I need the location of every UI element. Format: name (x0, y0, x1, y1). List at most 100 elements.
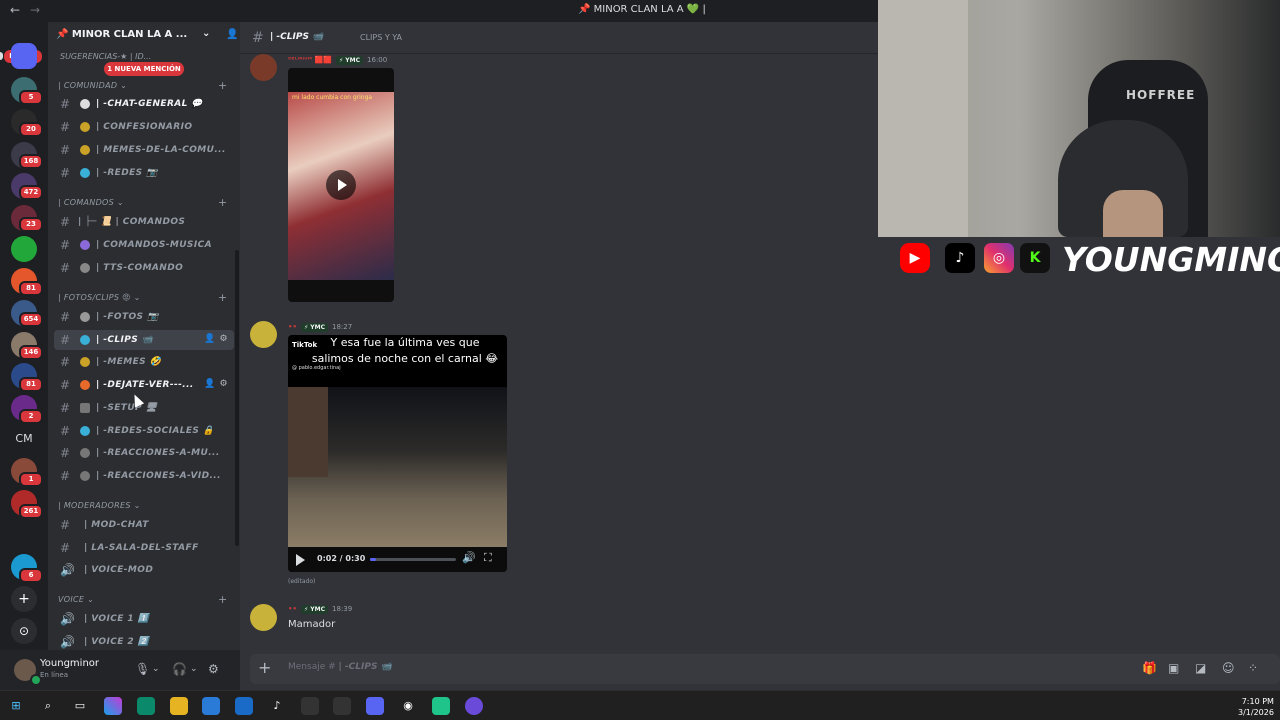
message-placeholder: Mensaje # | -CLIPS 📹 (288, 662, 392, 672)
edge-icon[interactable] (137, 697, 155, 715)
apps-icon[interactable]: ⁘ (1248, 661, 1258, 675)
headphones-icon[interactable]: 🎧 (172, 662, 187, 676)
channel-memes[interactable]: # | -MEMES 🤣 (54, 352, 234, 372)
channel-settings-icon[interactable]: 👤 ⚙ (204, 334, 228, 344)
add-server-icon[interactable]: + (11, 586, 37, 612)
user-panel: Youngminor En línea 🎙 ⌄ 🎧 ⌄ ⚙ (0, 650, 240, 690)
copilot-icon[interactable] (104, 697, 122, 715)
chevron-down-icon: ⌄ (202, 28, 211, 39)
category-voice[interactable]: VOICE ⌄ + (58, 593, 227, 606)
unread-badge: 81 (19, 377, 43, 392)
video-time: 0:02 / 0:30 (317, 554, 366, 563)
channel-setup[interactable]: # | -SETUP 🖥 (54, 398, 234, 418)
server-header[interactable]: 📌 MINOR CLAN LA A ... ⌄ 👤 (56, 28, 238, 47)
channel-comandos-musica[interactable]: # | COMANDOS-MUSICA (54, 235, 234, 255)
sticker-icon[interactable]: ◪ (1195, 661, 1206, 675)
message-header: •• ⚡ YMC 18:27 (288, 323, 352, 332)
channel-redes[interactable]: # | -REDES 📷 (54, 163, 234, 183)
video-player[interactable]: Y esa fue la última ves que salimos de n… (288, 335, 507, 572)
channel-mod-chat[interactable]: # | MOD-CHAT (54, 515, 234, 535)
channel-voice-mod[interactable]: 🔊 | VOICE-MOD (54, 560, 234, 580)
server-icon-discord[interactable] (11, 43, 37, 69)
app-icon[interactable] (465, 697, 483, 715)
channel-settings-icon[interactable]: 👤 ⚙ (204, 379, 228, 389)
video-caption: mi lado cumbia con gringa (292, 94, 373, 101)
system-clock[interactable]: 7:10 PM 3/1/2026 (1238, 696, 1274, 718)
capcut-icon[interactable] (301, 697, 319, 715)
category-fotos-clips[interactable]: | FOTOS/CLIPS 😡 ⌄ + (58, 291, 227, 304)
store-icon[interactable] (202, 697, 220, 715)
chevron-down-icon[interactable]: ⌄ (190, 664, 198, 674)
avatar[interactable] (250, 604, 277, 631)
author-name[interactable]: •• (288, 605, 297, 613)
gift-icon[interactable]: 🎁 (1142, 661, 1157, 675)
channel-reacciones-vid[interactable]: # | -REACCIONES-A-VID... (54, 466, 234, 486)
channel-memes-comu[interactable]: # | MEMES-DE-LA-COMU... (54, 140, 234, 160)
unread-badge: 168 (19, 154, 43, 169)
gear-icon[interactable]: ⚙ (208, 662, 219, 676)
channel-reacciones-mu[interactable]: # | -REACCIONES-A-MU... (54, 443, 234, 463)
file-explorer-icon[interactable] (170, 697, 188, 715)
gif-icon[interactable]: ▣ (1168, 661, 1179, 675)
channel-confesionario[interactable]: # | CONFESIONARIO (54, 117, 234, 137)
invite-icon[interactable]: 👤 (226, 29, 238, 40)
channel-clips[interactable]: # | -CLIPS 📹 👤 ⚙ (54, 330, 234, 350)
username[interactable]: Youngminor (40, 658, 99, 669)
author-name[interactable]: ᴰᴱᴸᴵᴿᴵᵁᴹ 🟥🟥 (288, 56, 332, 64)
channel-redes-sociales[interactable]: # | -REDES-SOCIALES 🔒 (54, 421, 234, 441)
channel-chat-general[interactable]: # | -CHAT-GENERAL 💬 (54, 94, 234, 114)
video-attachment[interactable]: mi lado cumbia con gringa (288, 68, 394, 302)
discover-icon[interactable]: ⊙ (11, 618, 37, 644)
server-rail: NUEVO 5 20 168 472 23 81 654 146 81 2 CM… (0, 22, 48, 690)
play-icon[interactable] (326, 170, 356, 200)
category-comandos[interactable]: | COMANDOS ⌄ + (58, 196, 227, 209)
back-arrow-icon[interactable]: ← (10, 3, 20, 17)
sidebar-scrollbar[interactable] (235, 250, 239, 546)
channel-dejate-ver[interactable]: # | -DEJATE-VER---... 👤 ⚙ (54, 375, 234, 395)
channel-voice-1[interactable]: 🔊 | VOICE 1 1️⃣ (54, 609, 234, 629)
new-mention-badge[interactable]: 1 NUEVA MENCIÓN (104, 62, 184, 76)
channel-comandos[interactable]: # | ├─ 📜 | COMANDOS (54, 212, 234, 232)
author-name[interactable]: •• (288, 323, 297, 331)
unread-badge: 261 (19, 504, 43, 519)
forward-arrow-icon[interactable]: → (30, 3, 40, 17)
channel-topic[interactable]: CLIPS Y YA (360, 33, 402, 42)
mail-icon[interactable] (235, 697, 253, 715)
hash-icon: # (252, 30, 264, 46)
fullscreen-icon[interactable]: ⛶ (484, 551, 492, 565)
avatar[interactable] (250, 321, 277, 348)
emoji-icon[interactable]: ☺ (1222, 661, 1235, 675)
volume-icon[interactable]: 🔊 (462, 551, 476, 564)
windows-start-icon[interactable]: ⊞ (7, 697, 25, 715)
search-icon[interactable]: ⌕ (39, 697, 57, 715)
instagram-icon: ◎ (984, 243, 1014, 273)
tiktok-label: TikTok (292, 341, 318, 349)
microphone-icon[interactable]: 🎙 (135, 662, 150, 676)
server-icon-kings[interactable] (11, 522, 37, 548)
chevron-down-icon[interactable]: ⌄ (152, 664, 160, 674)
capcut-icon[interactable] (333, 697, 351, 715)
channel-partial[interactable]: SUGERENCIAS-★ | ID... (60, 52, 151, 61)
message-input[interactable] (250, 654, 1280, 684)
social-overlay: ▶ ♪ ◎ K YOUNGMINOR (900, 240, 1280, 280)
server-icon[interactable] (11, 236, 37, 262)
discord-icon[interactable] (366, 697, 384, 715)
channel-fotos[interactable]: # | -FOTOS 📷 (54, 307, 234, 327)
tiktok-icon[interactable]: ♪ (268, 697, 286, 715)
unread-badge: 654 (19, 312, 43, 327)
avatar[interactable] (250, 54, 277, 81)
channel-la-sala-del-staff[interactable]: # | LA-SALA-DEL-STAFF (54, 538, 234, 558)
channel-voice-2[interactable]: 🔊 | VOICE 2 2️⃣ (54, 632, 234, 650)
add-attachment-icon[interactable]: + (258, 658, 271, 677)
server-icon-cm[interactable]: CM (11, 426, 37, 452)
obs-icon[interactable]: ◉ (399, 697, 417, 715)
video-seekbar[interactable] (370, 558, 456, 561)
category-comunidad[interactable]: | COMUNIDAD ⌄ + (58, 79, 227, 92)
channel-tts-comando[interactable]: # | TTS-COMANDO (54, 258, 234, 278)
task-view-icon[interactable]: ▭ (71, 697, 89, 715)
kick-icon: K (1020, 243, 1050, 273)
category-moderadores[interactable]: | MODERADORES ⌄ (58, 501, 141, 510)
app-icon[interactable] (432, 697, 450, 715)
channel-title: | -CLIPS 📹 (270, 32, 324, 42)
play-icon[interactable] (296, 554, 305, 566)
